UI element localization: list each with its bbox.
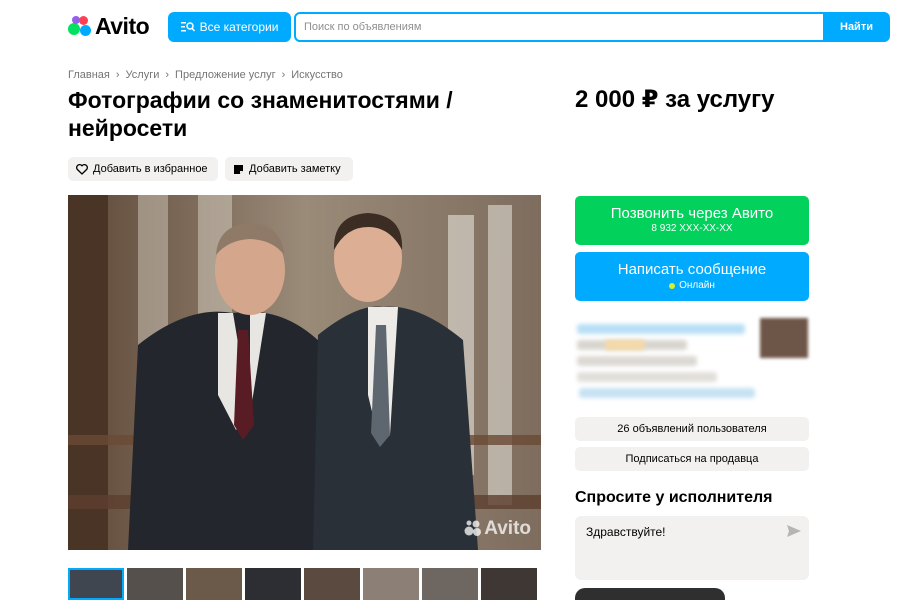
online-dot-icon [669, 282, 676, 289]
breadcrumb-link-art[interactable]: Искусство [291, 69, 343, 81]
photo-illustration [68, 195, 541, 550]
listing-main-photo[interactable]: Avito [68, 195, 541, 550]
note-icon [234, 164, 243, 174]
avito-logo[interactable]: Avito [68, 12, 150, 39]
all-categories-label: Все категории [199, 20, 279, 34]
ask-send-button[interactable] [575, 588, 725, 600]
categories-search-icon [180, 22, 195, 32]
all-categories-button[interactable]: Все категории [168, 12, 291, 42]
photo-thumbnail[interactable] [363, 568, 419, 600]
write-message-button[interactable]: Написать сообщение Онлайн [575, 252, 809, 301]
photo-thumbnail[interactable] [245, 568, 301, 600]
ask-message-field[interactable]: Здравствуйте! [575, 516, 809, 580]
add-note-button[interactable]: Добавить заметку [225, 157, 353, 181]
online-status-label: Онлайн [679, 280, 715, 291]
find-button[interactable]: Найти [823, 12, 890, 42]
send-icon[interactable] [787, 525, 801, 537]
logo-text: Avito [95, 12, 150, 39]
breadcrumb: Главная › Услуги › Предложение услуг › И… [68, 69, 343, 81]
watermark-text: Avito [484, 518, 531, 539]
heart-icon [76, 163, 88, 175]
seller-avatar[interactable] [760, 318, 808, 358]
online-status: Онлайн [575, 280, 809, 291]
search-field[interactable] [294, 12, 825, 42]
logo-dots-icon [68, 14, 92, 38]
add-to-favorites-label: Добавить в избранное [93, 163, 208, 175]
breadcrumb-separator-icon: › [281, 69, 286, 81]
listing-title: Фотографии со знаменитостями / нейросети [68, 87, 453, 141]
photo-thumbnail[interactable] [481, 568, 537, 600]
photo-thumbnails [68, 568, 541, 600]
add-note-label: Добавить заметку [249, 163, 341, 175]
photo-thumbnail[interactable] [186, 568, 242, 600]
photo-thumbnail[interactable] [422, 568, 478, 600]
breadcrumb-link-home[interactable]: Главная [68, 69, 110, 81]
call-via-avito-button[interactable]: Позвонить через Авито 8 932 XXX-XX-XX [575, 196, 809, 245]
breadcrumb-separator-icon: › [115, 69, 120, 81]
seller-info-blurred[interactable] [575, 316, 755, 406]
call-button-label: Позвонить через Авито [610, 205, 774, 222]
ask-performer-title: Спросите у исполнителя [575, 489, 773, 506]
breadcrumb-link-services[interactable]: Услуги [126, 69, 160, 81]
listing-price: 2 000 ₽ за услугу [575, 86, 775, 113]
message-button-label: Написать сообщение [617, 261, 767, 278]
top-header: Avito Все категории Найти [0, 0, 900, 54]
ask-message-text[interactable]: Здравствуйте! [586, 525, 666, 539]
add-to-favorites-button[interactable]: Добавить в избранное [68, 157, 218, 181]
photo-thumbnail[interactable] [127, 568, 183, 600]
watermark-dots-icon [464, 520, 482, 536]
call-button-phone: 8 932 XXX-XX-XX [651, 223, 733, 234]
photo-thumbnail[interactable] [68, 568, 124, 600]
photo-thumbnail[interactable] [304, 568, 360, 600]
breadcrumb-link-service-offer[interactable]: Предложение услуг [175, 69, 276, 81]
user-ads-count-button[interactable]: 26 объявлений пользователя [575, 417, 809, 441]
search-input[interactable] [296, 14, 823, 40]
subscribe-to-seller-button[interactable]: Подписаться на продавца [575, 447, 809, 471]
breadcrumb-separator-icon: › [165, 69, 170, 81]
avito-watermark: Avito [464, 518, 531, 540]
